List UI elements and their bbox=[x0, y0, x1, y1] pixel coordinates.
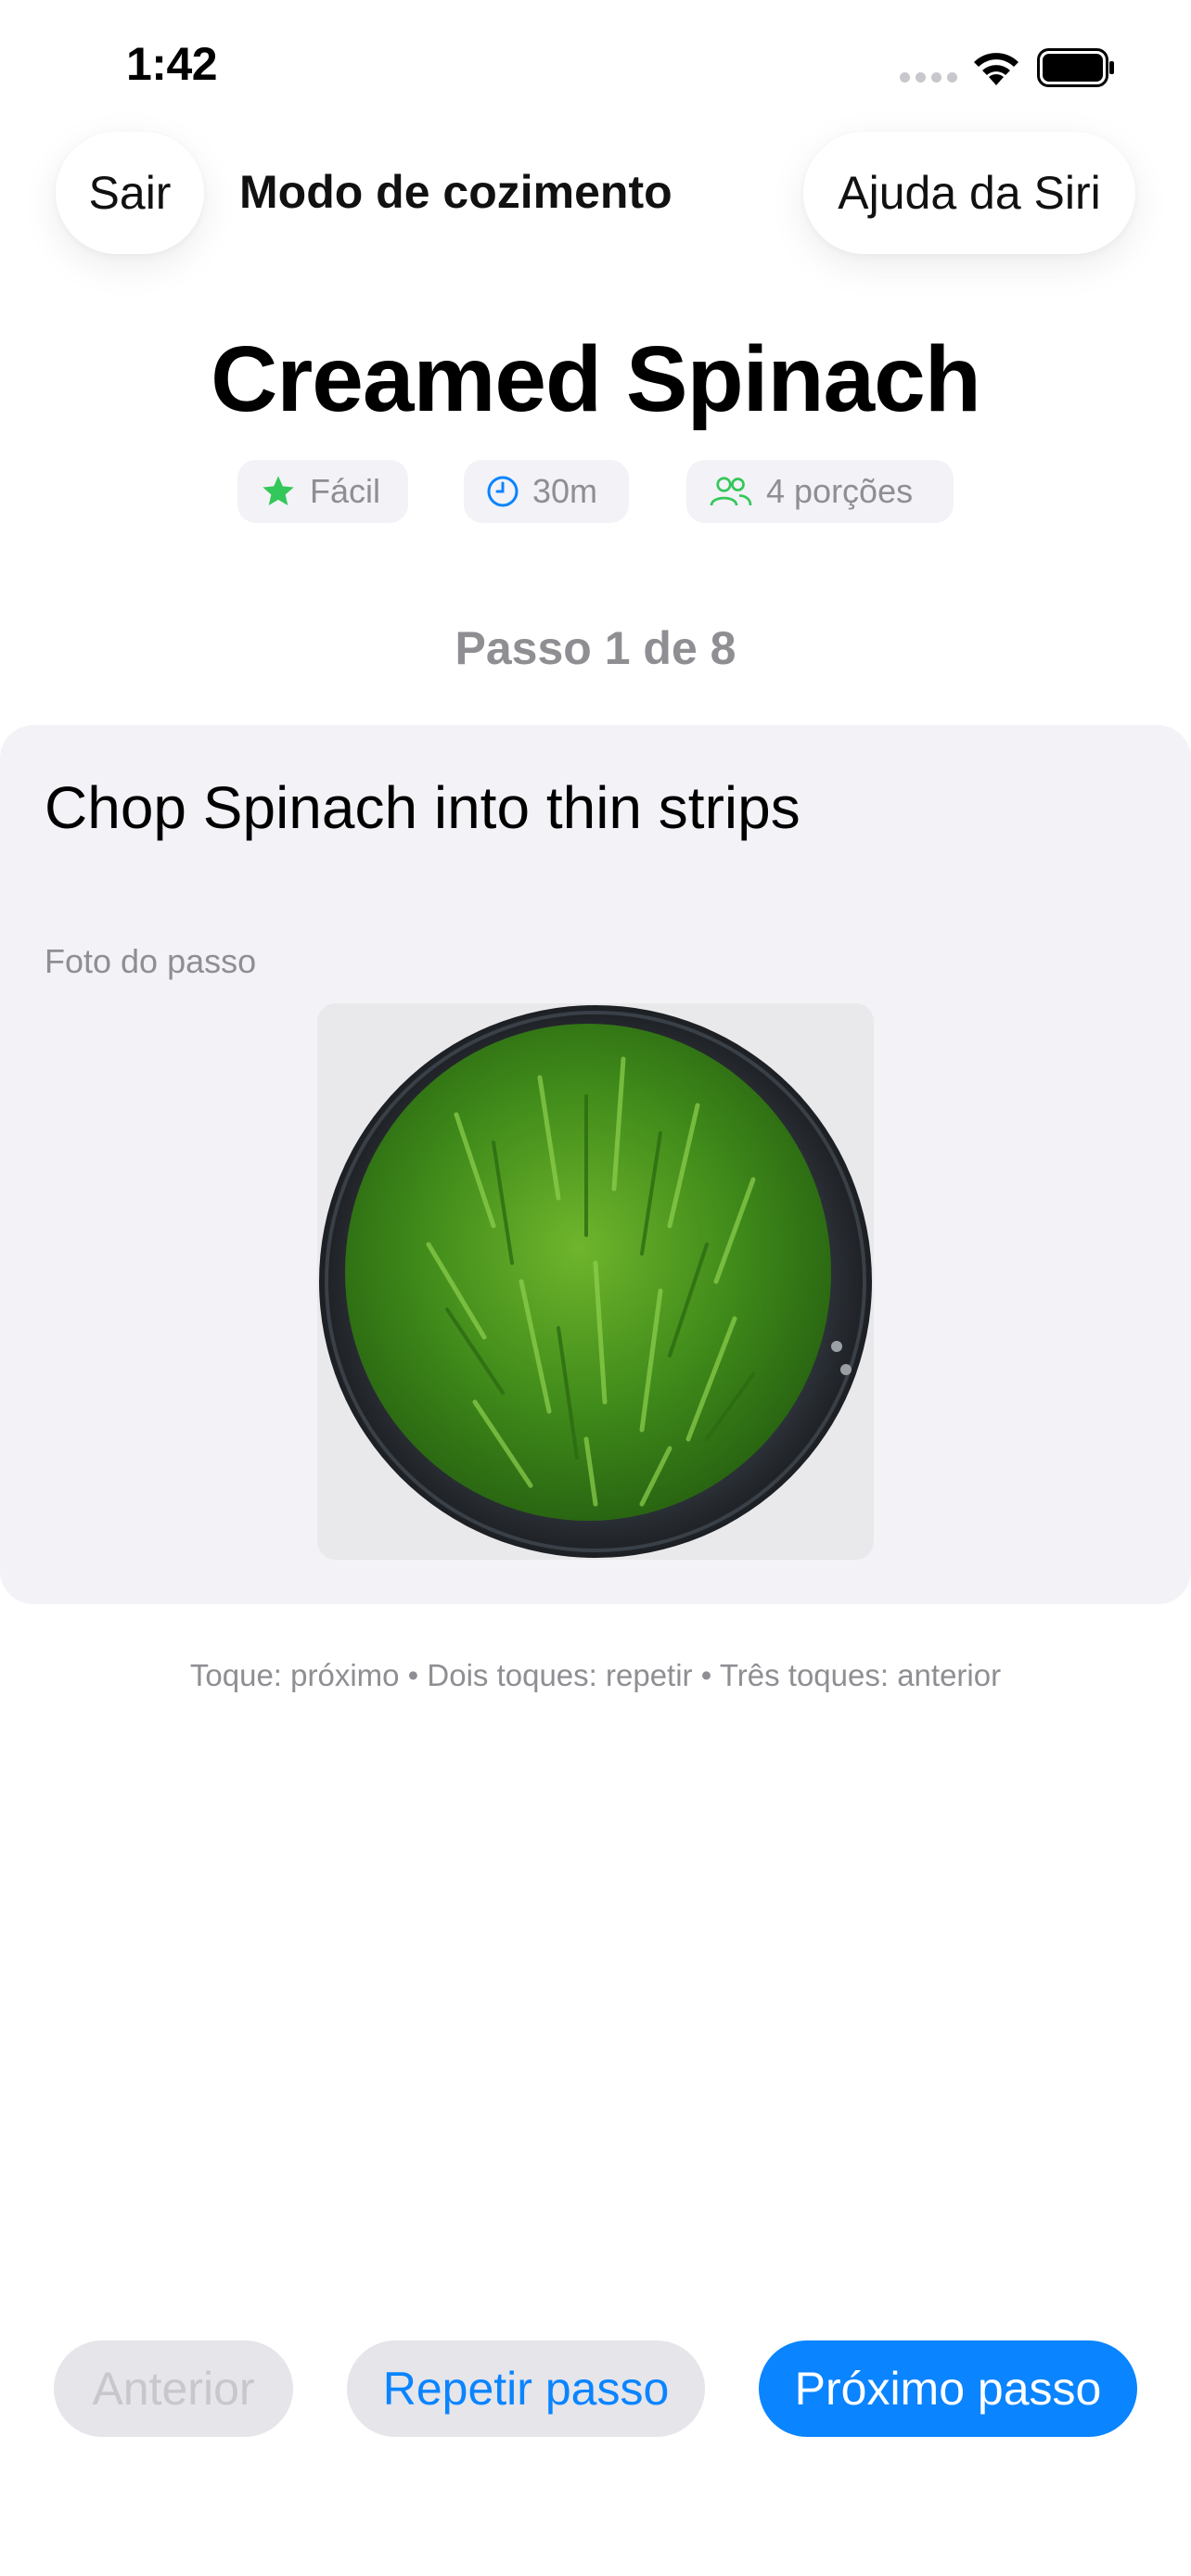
gesture-hint: Toque: próximo • Dois toques: repetir • … bbox=[189, 1658, 1002, 1692]
siri-help-button[interactable]: Ajuda da Siri bbox=[803, 132, 1135, 254]
time-chip: 30m bbox=[464, 460, 629, 523]
step-card: Chop Spinach into thin strips Foto do pa… bbox=[0, 725, 1191, 1604]
previous-step-button[interactable]: Anterior bbox=[54, 2340, 293, 2437]
header-title: Modo de cozimento bbox=[239, 166, 672, 218]
step-counter: Passo 1 de 8 bbox=[455, 622, 736, 674]
recipe-title: Creamed Spinach bbox=[211, 327, 981, 431]
cooking-mode-screen: 1:42 Sair Modo de cozimento Ajuda da Sir… bbox=[0, 0, 1191, 2576]
servings-chip: 4 porções bbox=[686, 460, 954, 523]
difficulty-chip: Fácil bbox=[237, 460, 408, 523]
exit-button[interactable]: Sair bbox=[56, 132, 204, 254]
step-photo bbox=[317, 1003, 874, 1560]
step-instruction: Chop Spinach into thin strips bbox=[45, 774, 800, 841]
servings-label: 4 porções bbox=[766, 472, 914, 510]
wifi-icon bbox=[974, 53, 1018, 85]
star-icon bbox=[263, 476, 294, 505]
clock-icon bbox=[487, 476, 519, 507]
time-label: 30m bbox=[532, 472, 598, 510]
cellular-signal-icon bbox=[900, 72, 957, 83]
status-time: 1:42 bbox=[126, 38, 218, 90]
recipe-meta: Fácil 30m 4 porções bbox=[0, 460, 1191, 523]
next-step-button[interactable]: Próximo passo bbox=[759, 2340, 1137, 2437]
battery-icon bbox=[1037, 48, 1114, 87]
repeat-step-button[interactable]: Repetir passo bbox=[347, 2340, 705, 2437]
difficulty-label: Fácil bbox=[310, 472, 381, 510]
status-bar: 1:42 bbox=[0, 0, 1191, 130]
people-icon bbox=[710, 477, 752, 506]
step-photo-label: Foto do passo bbox=[45, 942, 257, 980]
